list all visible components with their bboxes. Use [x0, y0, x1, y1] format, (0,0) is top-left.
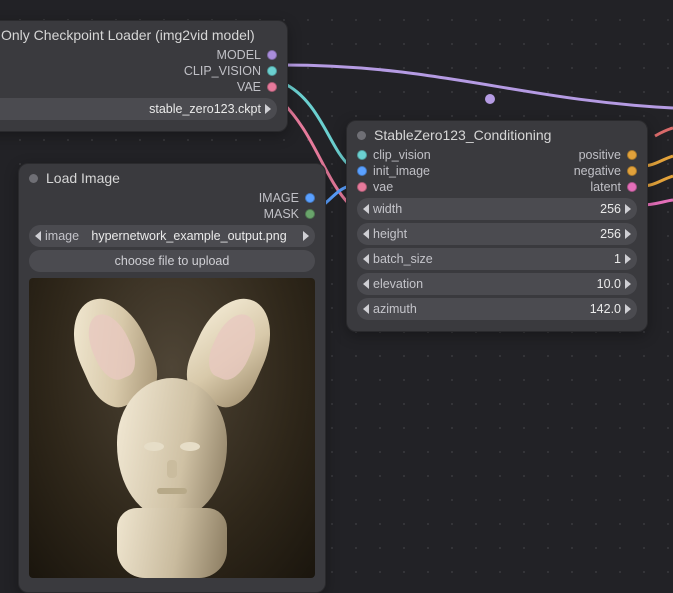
chevron-left-icon[interactable]: [363, 279, 369, 289]
node-title-bar[interactable]: StableZero123_Conditioning: [347, 121, 647, 147]
negative-output-label: negative: [574, 164, 621, 178]
chevron-right-icon[interactable]: [303, 231, 309, 241]
negative-output-port[interactable]: [627, 166, 637, 176]
vae-input-label: vae: [373, 180, 393, 194]
chevron-left-icon[interactable]: [363, 229, 369, 239]
init-image-input-port[interactable]: [357, 166, 367, 176]
image-widget-label: image: [45, 229, 79, 243]
image-file-widget[interactable]: image hypernetwork_example_output.png: [29, 225, 315, 247]
model-output-label: MODEL: [217, 48, 261, 62]
init-image-input-label: init_image: [373, 164, 430, 178]
height-label: height: [373, 227, 407, 241]
chevron-right-icon[interactable]: [625, 279, 631, 289]
checkpoint-loader-node[interactable]: Only Checkpoint Loader (img2vid model) M…: [0, 20, 288, 132]
image-output-label: IMAGE: [259, 191, 299, 205]
elevation-value: 10.0: [423, 277, 621, 291]
stablezero123-conditioning-node[interactable]: StableZero123_Conditioning clip_vision p…: [346, 120, 648, 332]
azimuth-value: 142.0: [417, 302, 621, 316]
chevron-left-icon[interactable]: [363, 254, 369, 264]
node-title: StableZero123_Conditioning: [374, 127, 551, 143]
vae-input-port[interactable]: [357, 182, 367, 192]
height-widget[interactable]: height 256: [357, 223, 637, 245]
collapse-dot-icon[interactable]: [357, 131, 366, 140]
node-title-bar[interactable]: Only Checkpoint Loader (img2vid model): [0, 21, 287, 47]
mask-output-label: MASK: [264, 207, 299, 221]
load-image-node[interactable]: Load Image IMAGE MASK image hypernetwork…: [18, 163, 326, 593]
chevron-right-icon[interactable]: [625, 254, 631, 264]
latent-output-port[interactable]: [627, 182, 637, 192]
clip-vision-input-port[interactable]: [357, 150, 367, 160]
batch-size-value: 1: [433, 252, 621, 266]
node-title-bar[interactable]: Load Image: [19, 164, 325, 190]
positive-output-label: positive: [579, 148, 621, 162]
collapse-dot-icon[interactable]: [29, 174, 38, 183]
image-output-port[interactable]: [305, 193, 315, 203]
chevron-right-icon[interactable]: [625, 229, 631, 239]
elevation-label: elevation: [373, 277, 423, 291]
azimuth-label: azimuth: [373, 302, 417, 316]
positive-output-port[interactable]: [627, 150, 637, 160]
vae-output-port[interactable]: [267, 82, 277, 92]
ckpt-name-value: stable_zero123.ckpt: [0, 102, 261, 116]
width-value: 256: [402, 202, 621, 216]
mask-output-port[interactable]: [305, 209, 315, 219]
elevation-widget[interactable]: elevation 10.0: [357, 273, 637, 295]
width-label: width: [373, 202, 402, 216]
chevron-right-icon[interactable]: [625, 304, 631, 314]
clip-vision-output-port[interactable]: [267, 66, 277, 76]
batch-size-label: batch_size: [373, 252, 433, 266]
chevron-left-icon[interactable]: [35, 231, 41, 241]
chevron-left-icon[interactable]: [363, 204, 369, 214]
chevron-left-icon[interactable]: [363, 304, 369, 314]
node-title: Only Checkpoint Loader (img2vid model): [1, 27, 273, 43]
vae-output-label: VAE: [237, 80, 261, 94]
azimuth-widget[interactable]: azimuth 142.0: [357, 298, 637, 320]
height-value: 256: [407, 227, 621, 241]
choose-file-button[interactable]: choose file to upload: [29, 250, 315, 272]
choose-file-label: choose file to upload: [115, 254, 230, 268]
ckpt-name-widget[interactable]: ame stable_zero123.ckpt: [0, 98, 277, 120]
width-widget[interactable]: width 256: [357, 198, 637, 220]
chevron-right-icon[interactable]: [625, 204, 631, 214]
node-title: Load Image: [46, 170, 120, 186]
latent-output-label: latent: [590, 180, 621, 194]
image-file-value: hypernetwork_example_output.png: [79, 229, 299, 243]
batch-size-widget[interactable]: batch_size 1: [357, 248, 637, 270]
image-preview: [29, 278, 315, 578]
chevron-right-icon[interactable]: [265, 104, 271, 114]
model-output-port[interactable]: [267, 50, 277, 60]
clip-vision-output-label: CLIP_VISION: [184, 64, 261, 78]
clip-vision-input-label: clip_vision: [373, 148, 431, 162]
